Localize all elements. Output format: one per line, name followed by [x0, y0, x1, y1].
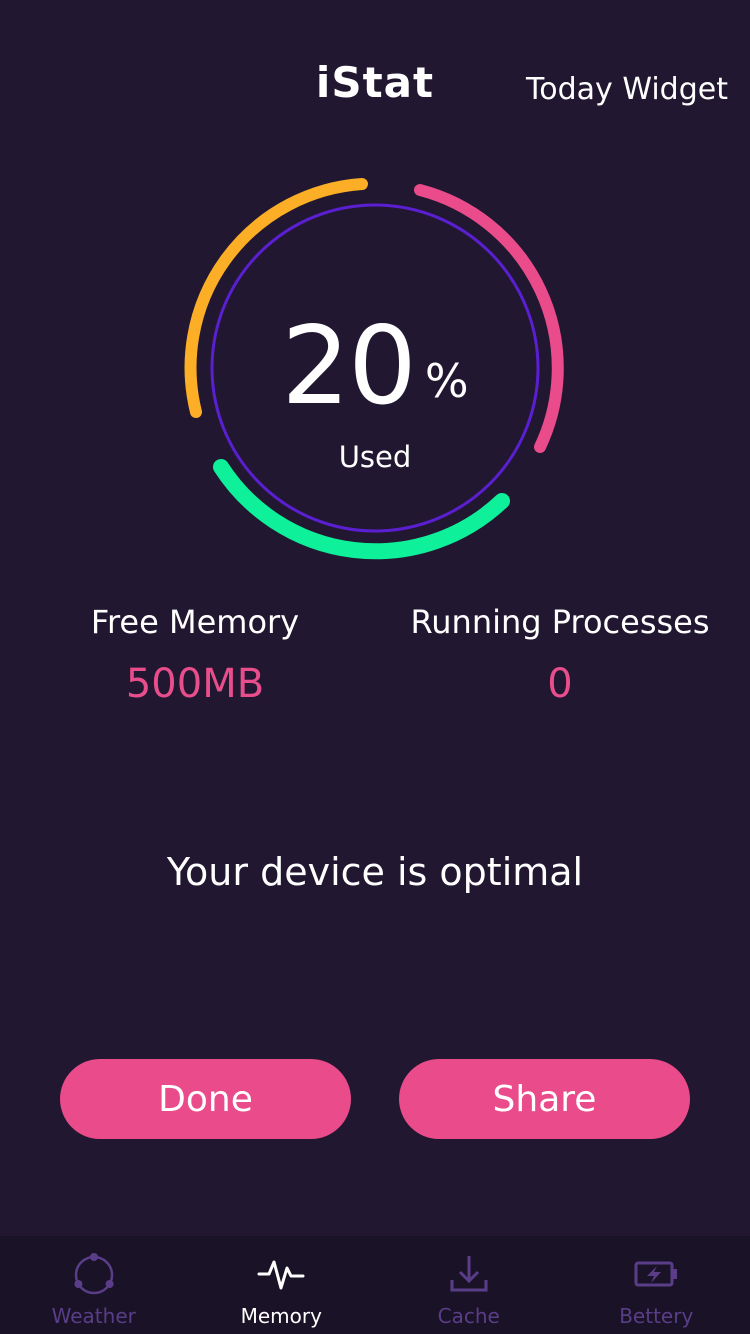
battery-icon — [634, 1261, 678, 1287]
free-memory-stat: Free Memory 500MB — [40, 603, 350, 707]
done-button[interactable]: Done — [60, 1059, 351, 1139]
gauge-value: 20% — [175, 304, 575, 429]
header: iStat Today Widget — [0, 0, 750, 150]
share-button[interactable]: Share — [399, 1059, 690, 1139]
gauge-arc-green — [213, 459, 510, 560]
tab-cache-label: Cache — [437, 1304, 500, 1328]
running-processes-stat: Running Processes 0 — [400, 603, 720, 707]
running-processes-label: Running Processes — [410, 603, 710, 641]
tab-bar: Weather Memory Cache Bettery — [0, 1236, 750, 1334]
running-processes-value: 0 — [547, 661, 573, 707]
gauge-percent-number: 20 — [281, 304, 416, 429]
tab-cache[interactable]: Cache — [375, 1236, 563, 1334]
tab-battery-label: Bettery — [619, 1304, 694, 1328]
tab-weather-label: Weather — [51, 1304, 136, 1328]
free-memory-label: Free Memory — [90, 603, 300, 641]
gauge-label: Used — [338, 440, 412, 474]
tab-battery[interactable]: Bettery — [563, 1236, 750, 1334]
pulse-icon — [257, 1260, 305, 1290]
tab-memory[interactable]: Memory — [188, 1236, 376, 1334]
gauge-percent-unit: % — [424, 354, 469, 408]
weather-icon — [74, 1253, 114, 1295]
free-memory-value: 500MB — [125, 661, 265, 707]
tab-weather[interactable]: Weather — [0, 1236, 188, 1334]
memory-gauge: 20% Used — [175, 170, 575, 570]
download-icon — [450, 1256, 488, 1292]
tab-memory-label: Memory — [240, 1304, 322, 1328]
status-message: Your device is optimal — [166, 850, 584, 894]
today-widget-link[interactable]: Today Widget — [526, 72, 728, 107]
